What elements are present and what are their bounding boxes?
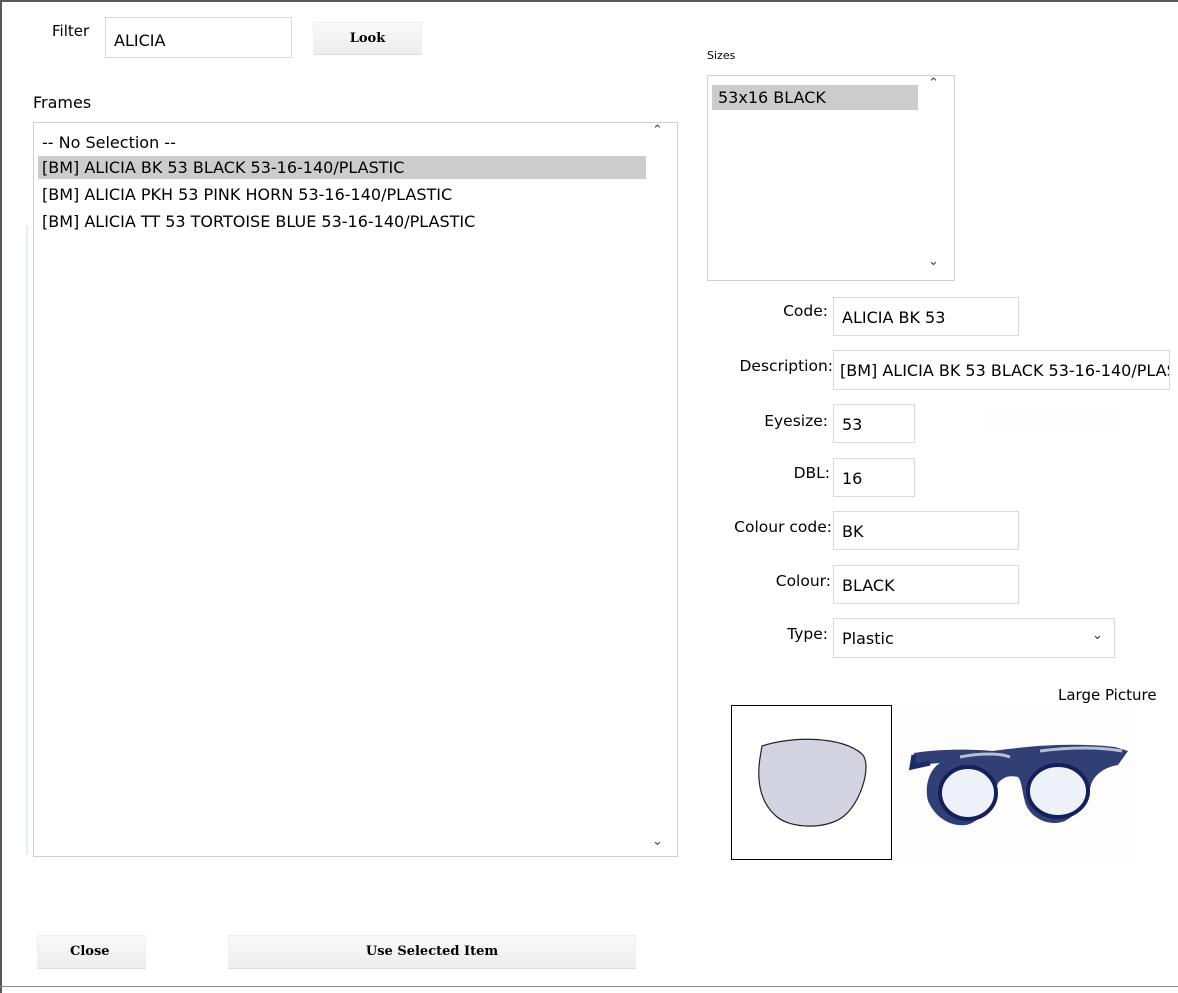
list-item-selected[interactable]: 53x16 BLACK xyxy=(712,85,918,110)
type-select-value: Plastic xyxy=(842,629,894,648)
type-label: Type: xyxy=(787,625,828,643)
dbl-field[interactable]: 16 xyxy=(833,458,915,497)
frames-label: Frames xyxy=(33,93,92,112)
blank-area xyxy=(987,408,1117,432)
use-selected-item-button[interactable]: Use Selected Item xyxy=(228,935,636,969)
chevron-down-icon: ⌄ xyxy=(1092,628,1103,643)
eyesize-field[interactable]: 53 xyxy=(833,404,915,443)
colour-code-field[interactable]: BK xyxy=(833,511,1019,550)
list-item[interactable]: [BM] ALICIA TT 53 TORTOISE BLUE 53-16-14… xyxy=(42,210,475,233)
lens-shape-box xyxy=(731,705,892,860)
window-top-border xyxy=(0,0,1178,8)
colour-code-label: Colour code: xyxy=(734,518,832,536)
scroll-down-icon[interactable]: ⌄ xyxy=(652,834,663,849)
list-item-selected[interactable]: [BM] ALICIA BK 53 BLACK 53-16-140/PLASTI… xyxy=(38,156,646,179)
lens-shape-icon xyxy=(758,738,867,827)
code-field[interactable]: ALICIA BK 53 xyxy=(833,297,1019,336)
glasses-icon xyxy=(908,744,1128,826)
window-bottom-edge xyxy=(0,986,1178,987)
large-picture-label[interactable]: Large Picture xyxy=(1058,686,1157,704)
list-item[interactable]: -- No Selection -- xyxy=(42,131,176,154)
sizes-list[interactable]: 53x16 BLACK ⌃ ⌄ xyxy=(707,75,955,281)
colour-field[interactable]: BLACK xyxy=(833,565,1019,604)
scroll-down-icon[interactable]: ⌄ xyxy=(928,254,939,269)
window-left-border xyxy=(0,0,8,993)
colour-label: Colour: xyxy=(775,572,831,590)
filter-label: Filter xyxy=(52,22,90,40)
look-button[interactable]: Look xyxy=(313,22,422,55)
sizes-label: Sizes xyxy=(707,49,736,62)
scroll-up-icon[interactable]: ⌃ xyxy=(928,76,939,91)
type-select[interactable]: Plastic ⌄ xyxy=(833,618,1115,658)
scroll-up-icon[interactable]: ⌃ xyxy=(652,123,663,138)
dbl-label: DBL: xyxy=(793,464,830,482)
description-field[interactable]: [BM] ALICIA BK 53 BLACK 53-16-140/PLASTI… xyxy=(833,350,1170,390)
eyesize-label: Eyesize: xyxy=(764,412,828,430)
close-button[interactable]: Close xyxy=(37,935,146,969)
description-label: Description: xyxy=(739,357,834,375)
list-item[interactable]: [BM] ALICIA PKH 53 PINK HORN 53-16-140/P… xyxy=(42,183,452,206)
filter-input[interactable]: ALICIA xyxy=(105,17,292,58)
list-left-edge xyxy=(26,225,28,855)
frames-list[interactable]: -- No Selection -- [BM] ALICIA BK 53 BLA… xyxy=(33,122,678,857)
code-label: Code: xyxy=(783,302,828,320)
frame-picture[interactable] xyxy=(900,705,1138,860)
